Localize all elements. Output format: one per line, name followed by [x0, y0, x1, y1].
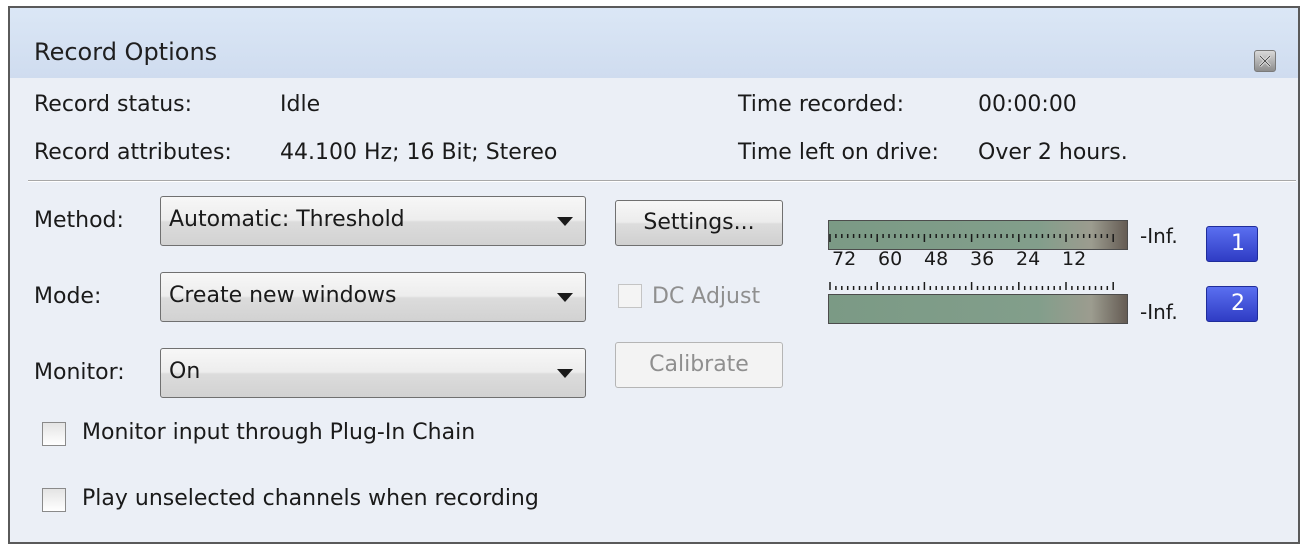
- dc-adjust-label: DC Adjust: [652, 284, 761, 309]
- chevron-down-icon: [557, 293, 573, 302]
- channel-1-button[interactable]: 1: [1206, 226, 1258, 262]
- channel-2-level: -Inf.: [1140, 300, 1178, 324]
- time-left-label: Time left on drive:: [738, 140, 939, 165]
- mode-dropdown-value: Create new windows: [169, 283, 397, 308]
- play-unselected-label: Play unselected channels when recording: [82, 486, 539, 511]
- dialog-content: Record status: Idle Record attributes: 4…: [10, 78, 1298, 542]
- window-title: Record Options: [34, 38, 218, 66]
- monitor-plugin-chain-checkbox[interactable]: [42, 422, 66, 446]
- scale-label-36: 36: [970, 248, 995, 270]
- scale-label-48: 48: [924, 248, 949, 270]
- channel-1-level: -Inf.: [1140, 224, 1178, 248]
- channel-2-button[interactable]: 2: [1206, 286, 1258, 322]
- close-icon: [1259, 55, 1271, 67]
- section-divider: [28, 180, 1296, 182]
- monitor-plugin-chain-label: Monitor input through Plug-In Chain: [82, 420, 476, 445]
- meter-scale: 72 60 48 36 24 12: [828, 234, 1118, 298]
- scale-label-12: 12: [1062, 248, 1087, 270]
- record-options-window: Record Options Record status: Idle Recor…: [8, 6, 1300, 544]
- record-attributes-label: Record attributes:: [34, 140, 232, 165]
- dc-adjust-checkbox[interactable]: [618, 284, 642, 308]
- title-bar: Record Options: [10, 8, 1298, 78]
- record-status-value: Idle: [280, 92, 321, 117]
- method-label: Method:: [34, 208, 124, 233]
- chevron-down-icon: [557, 369, 573, 378]
- method-dropdown-value: Automatic: Threshold: [169, 207, 405, 232]
- scale-label-72: 72: [832, 248, 857, 270]
- monitor-label: Monitor:: [34, 360, 125, 385]
- settings-button[interactable]: Settings...: [615, 200, 783, 246]
- scale-label-24: 24: [1016, 248, 1041, 270]
- scale-label-60: 60: [878, 248, 903, 270]
- channel-2-meter: [828, 294, 1128, 324]
- monitor-dropdown[interactable]: On: [160, 348, 586, 398]
- chevron-down-icon: [557, 217, 573, 226]
- mode-label: Mode:: [34, 284, 102, 309]
- time-recorded-label: Time recorded:: [738, 92, 905, 117]
- mode-dropdown[interactable]: Create new windows: [160, 272, 586, 322]
- calibrate-button[interactable]: Calibrate: [615, 342, 783, 388]
- play-unselected-checkbox[interactable]: [42, 488, 66, 512]
- monitor-dropdown-value: On: [169, 359, 201, 384]
- time-recorded-value: 00:00:00: [978, 92, 1077, 117]
- method-dropdown[interactable]: Automatic: Threshold: [160, 196, 586, 246]
- time-left-value: Over 2 hours.: [978, 140, 1128, 165]
- record-attributes-value: 44.100 Hz; 16 Bit; Stereo: [280, 140, 558, 165]
- record-status-label: Record status:: [34, 92, 193, 117]
- close-button[interactable]: [1254, 50, 1276, 72]
